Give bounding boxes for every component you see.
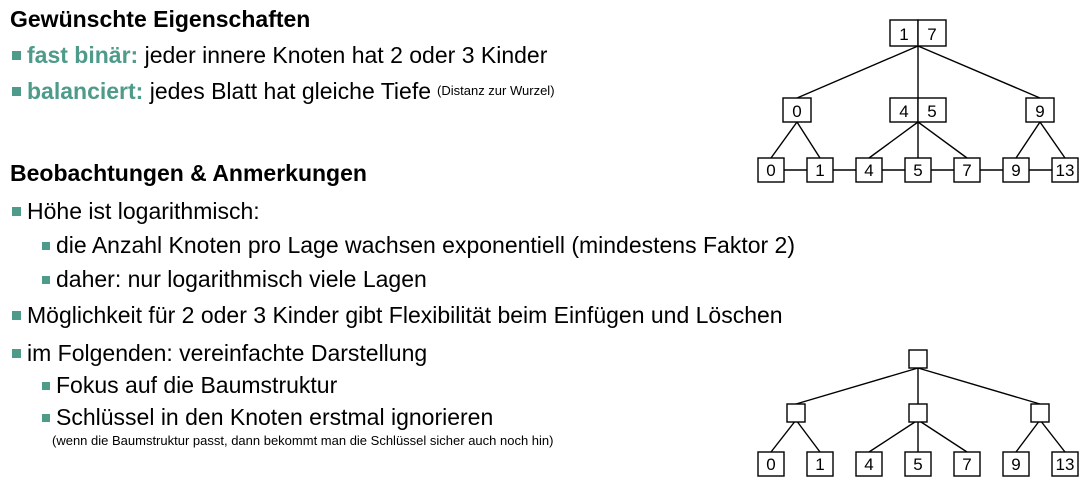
leaf-key-label: 0 bbox=[766, 161, 775, 180]
inner-node bbox=[1030, 403, 1050, 423]
tree-edge bbox=[868, 419, 919, 453]
leaf-key-label: 0 bbox=[766, 455, 775, 474]
tree-edge bbox=[917, 121, 968, 159]
inner-key-label: 5 bbox=[927, 102, 936, 121]
inner-key-label: 0 bbox=[792, 102, 801, 121]
root-key-label: 7 bbox=[927, 25, 936, 44]
leaf-key-label: 1 bbox=[815, 455, 824, 474]
leaf-key-label: 13 bbox=[1056, 161, 1075, 180]
tree-edge bbox=[770, 419, 797, 453]
tree-edge bbox=[770, 121, 798, 159]
tree-edge bbox=[1015, 419, 1041, 453]
inner-node bbox=[786, 403, 806, 423]
leaf-key-label: 4 bbox=[864, 455, 873, 474]
inner-node bbox=[908, 403, 928, 423]
leaf-key-label: 9 bbox=[1011, 455, 1020, 474]
tree-edge bbox=[796, 45, 919, 99]
tree-edge bbox=[796, 121, 821, 159]
root-node bbox=[908, 349, 928, 369]
tree-edge bbox=[1039, 121, 1066, 159]
leaf-key-label: 9 bbox=[1011, 161, 1020, 180]
leaf-key-label: 1 bbox=[815, 161, 824, 180]
tree-edge bbox=[795, 419, 821, 453]
root-key-label: 1 bbox=[899, 25, 908, 44]
leaf-key-label: 5 bbox=[913, 161, 922, 180]
tree-simplified: 0 1 4 5 7 9 13 bbox=[757, 349, 1079, 477]
tree-with-keys: 1 70 4 5 90 1 4 5 7 9 13 bbox=[757, 19, 1079, 183]
tree-edge bbox=[917, 367, 1041, 405]
tree-edge bbox=[917, 45, 1041, 99]
tree-edge bbox=[868, 121, 919, 159]
leaf-key-label: 5 bbox=[913, 455, 922, 474]
inner-key-label: 4 bbox=[899, 102, 908, 121]
tree-diagrams: 1 70 4 5 90 1 4 5 7 9 13 0 1 4 5 7 9 13 bbox=[757, 19, 1079, 477]
leaf-key-label: 7 bbox=[962, 455, 971, 474]
tree-edge bbox=[1039, 419, 1066, 453]
leaf-key-label: 13 bbox=[1056, 455, 1075, 474]
tree-edge bbox=[1015, 121, 1041, 159]
tree-edge bbox=[917, 419, 968, 453]
inner-key-label: 9 bbox=[1035, 102, 1044, 121]
leaf-key-label: 7 bbox=[962, 161, 971, 180]
leaf-key-label: 4 bbox=[864, 161, 873, 180]
tree-edge bbox=[795, 367, 919, 405]
